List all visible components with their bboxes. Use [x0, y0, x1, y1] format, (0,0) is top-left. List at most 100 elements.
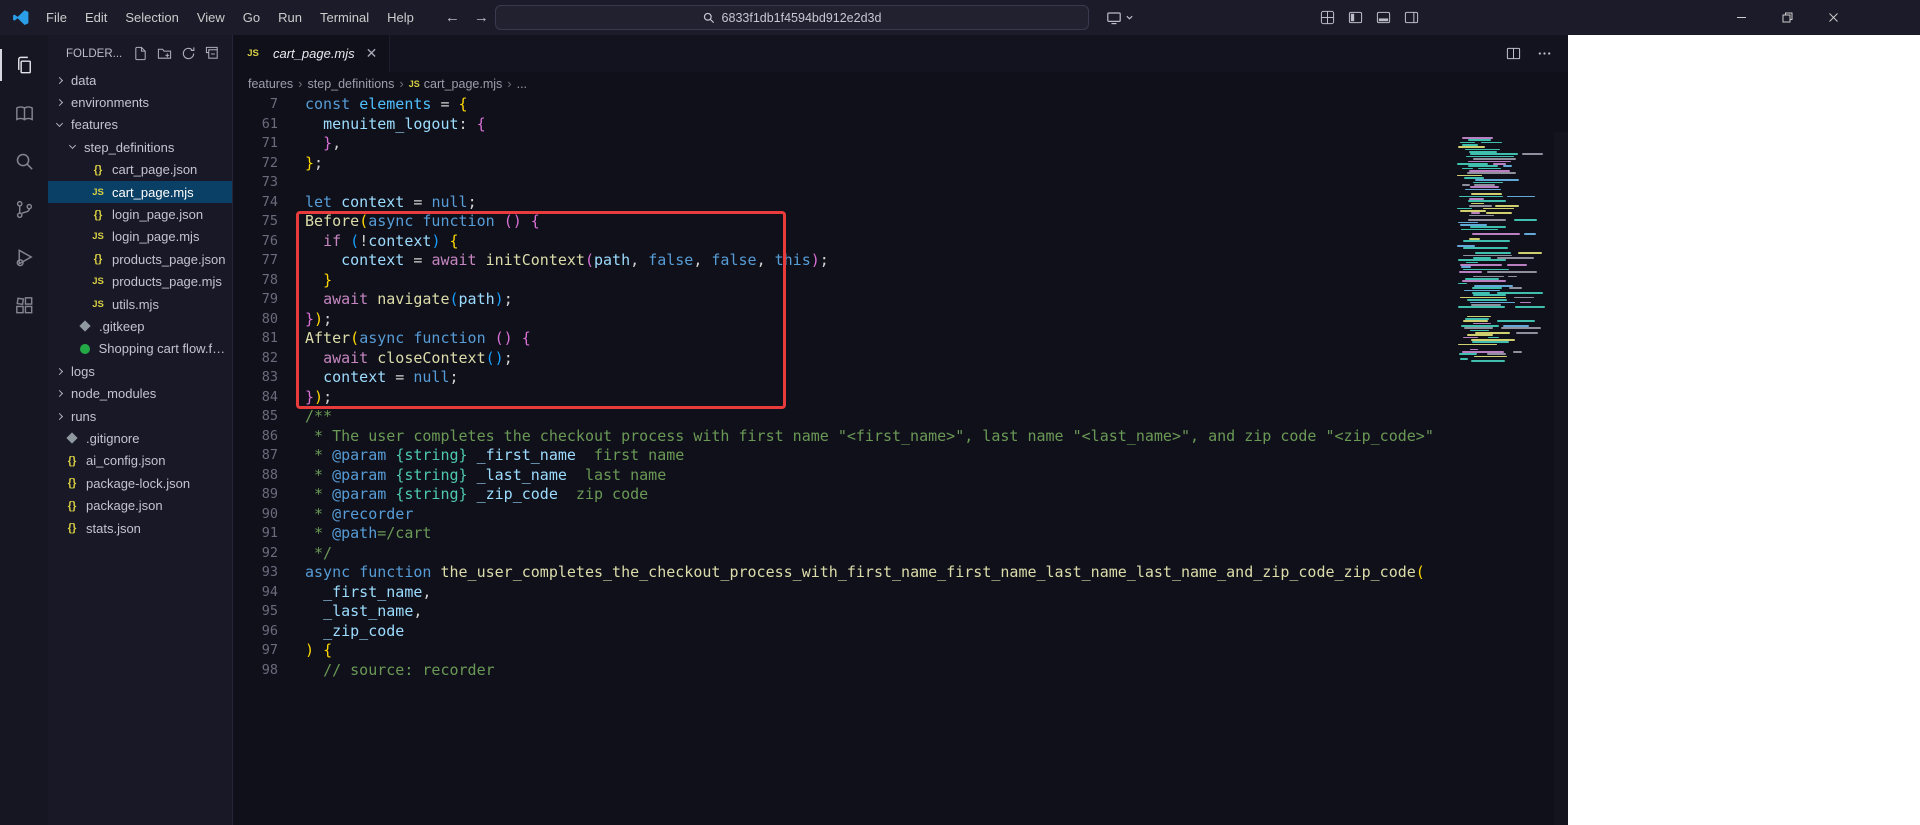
code-line-76[interactable]: 76 if (!context) {: [233, 232, 1568, 252]
restore-button[interactable]: [1764, 0, 1810, 35]
menu-view[interactable]: View: [188, 0, 234, 35]
code-line-61[interactable]: 61 menuitem_logout: {: [233, 115, 1568, 135]
code-line-73[interactable]: 73: [233, 173, 1568, 193]
code-line-97[interactable]: 97) {: [233, 641, 1568, 661]
tree-item-environments[interactable]: environments: [48, 91, 232, 113]
line-number[interactable]: 75: [233, 212, 305, 232]
tree-item-gitignore[interactable]: .gitignore: [48, 427, 232, 449]
tree-item-node-modules[interactable]: node_modules: [48, 382, 232, 404]
folder-section-label[interactable]: FOLDER...: [66, 48, 122, 60]
line-number[interactable]: 93: [233, 563, 305, 583]
line-number[interactable]: 81: [233, 329, 305, 349]
tree-item-cart-page-json[interactable]: {}cart_page.json: [48, 159, 232, 181]
tree-item-login-page-json[interactable]: {}login_page.json: [48, 203, 232, 225]
breadcrumb-item-features[interactable]: features: [248, 77, 293, 91]
line-number[interactable]: 86: [233, 427, 305, 447]
code-line-75[interactable]: 75Before(async function () {: [233, 212, 1568, 232]
new-file-icon[interactable]: [133, 46, 148, 61]
breadcrumb-item-[interactable]: ...: [517, 77, 527, 91]
tree-item-login-page-mjs[interactable]: JSlogin_page.mjs: [48, 226, 232, 248]
collapse-all-icon[interactable]: [205, 46, 220, 61]
split-editor-icon[interactable]: [1506, 46, 1521, 61]
code-line-92[interactable]: 92 */: [233, 544, 1568, 564]
code-line-84[interactable]: 84});: [233, 388, 1568, 408]
tree-item-stats-json[interactable]: {}stats.json: [48, 517, 232, 539]
line-number[interactable]: 7: [233, 95, 305, 115]
tree-item-package-json[interactable]: {}package.json: [48, 494, 232, 516]
code-line-72[interactable]: 72};: [233, 154, 1568, 174]
line-number[interactable]: 91: [233, 524, 305, 544]
code-line-96[interactable]: 96 _zip_code: [233, 622, 1568, 642]
activity-explorer[interactable]: [0, 41, 48, 89]
line-number[interactable]: 71: [233, 134, 305, 154]
line-number[interactable]: 87: [233, 446, 305, 466]
close-button[interactable]: [1810, 0, 1856, 35]
code-line-91[interactable]: 91 * @path=/cart: [233, 524, 1568, 544]
menu-run[interactable]: Run: [269, 0, 311, 35]
menu-help[interactable]: Help: [378, 0, 423, 35]
menu-terminal[interactable]: Terminal: [311, 0, 378, 35]
line-number[interactable]: 79: [233, 290, 305, 310]
toggle-primary-sidebar-icon[interactable]: [1348, 10, 1363, 25]
tab-cart-page-mjs[interactable]: JS cart_page.mjs ✕: [233, 35, 390, 72]
line-number[interactable]: 98: [233, 661, 305, 681]
code-line-81[interactable]: 81After(async function () {: [233, 329, 1568, 349]
tree-item-products-page-json[interactable]: {}products_page.json: [48, 248, 232, 270]
line-number[interactable]: 82: [233, 349, 305, 369]
menu-selection[interactable]: Selection: [116, 0, 187, 35]
tree-item-package-lock-json[interactable]: {}package-lock.json: [48, 472, 232, 494]
line-number[interactable]: 96: [233, 622, 305, 642]
tree-item-utils-mjs[interactable]: JSutils.mjs: [48, 293, 232, 315]
code-line-77[interactable]: 77 context = await initContext(path, fal…: [233, 251, 1568, 271]
code-line-82[interactable]: 82 await closeContext();: [233, 349, 1568, 369]
code-line-94[interactable]: 94 _first_name,: [233, 583, 1568, 603]
code-line-87[interactable]: 87 * @param {string} _first_name first n…: [233, 446, 1568, 466]
breadcrumb-item-cart-page-mjs[interactable]: cart_page.mjs: [424, 77, 503, 91]
line-number[interactable]: 84: [233, 388, 305, 408]
menu-file[interactable]: File: [37, 0, 76, 35]
code-line-86[interactable]: 86 * The user completes the checkout pro…: [233, 427, 1568, 447]
remote-indicator[interactable]: [1106, 0, 1134, 35]
tree-item-products-page-mjs[interactable]: JSproducts_page.mjs: [48, 271, 232, 293]
new-folder-icon[interactable]: [157, 46, 172, 61]
tab-close-icon[interactable]: ✕: [366, 45, 378, 62]
tree-item-runs[interactable]: runs: [48, 405, 232, 427]
code-line-78[interactable]: 78 }: [233, 271, 1568, 291]
line-number[interactable]: 89: [233, 485, 305, 505]
activity-source-control[interactable]: [0, 185, 48, 233]
line-number[interactable]: 77: [233, 251, 305, 271]
line-number[interactable]: 76: [233, 232, 305, 252]
toggle-secondary-sidebar-icon[interactable]: [1404, 10, 1419, 25]
minimap[interactable]: [1455, 137, 1547, 369]
more-actions-icon[interactable]: [1537, 46, 1552, 61]
tree-item-shopping-cart-flow-fea[interactable]: Shopping cart flow.fea...: [48, 338, 232, 360]
line-number[interactable]: 85: [233, 407, 305, 427]
line-number[interactable]: 78: [233, 271, 305, 291]
code-line-90[interactable]: 90 * @recorder: [233, 505, 1568, 525]
code-line-85[interactable]: 85/**: [233, 407, 1568, 427]
code-line-7[interactable]: 7const elements = {: [233, 95, 1568, 115]
line-number[interactable]: 80: [233, 310, 305, 330]
tree-item-features[interactable]: features: [48, 114, 232, 136]
line-number[interactable]: 90: [233, 505, 305, 525]
menu-edit[interactable]: Edit: [76, 0, 116, 35]
back-arrow-icon[interactable]: ←: [445, 9, 460, 26]
line-number[interactable]: 97: [233, 641, 305, 661]
code-line-74[interactable]: 74let context = null;: [233, 193, 1568, 213]
activity-extensions[interactable]: [0, 281, 48, 329]
line-number[interactable]: 83: [233, 368, 305, 388]
line-number[interactable]: 95: [233, 602, 305, 622]
code-line-93[interactable]: 93async function the_user_completes_the_…: [233, 563, 1568, 583]
forward-arrow-icon[interactable]: →: [474, 9, 489, 26]
minimize-button[interactable]: [1718, 0, 1764, 35]
activity-search[interactable]: [0, 137, 48, 185]
tree-item-step-definitions[interactable]: step_definitions: [48, 136, 232, 158]
menu-go[interactable]: Go: [234, 0, 269, 35]
tree-item-logs[interactable]: logs: [48, 360, 232, 382]
customize-layout-icon[interactable]: [1320, 10, 1335, 25]
activity-docs[interactable]: [0, 89, 48, 137]
code-line-79[interactable]: 79 await navigate(path);: [233, 290, 1568, 310]
breadcrumb-item-step-definitions[interactable]: step_definitions: [308, 77, 395, 91]
scrollbar[interactable]: [1554, 132, 1568, 825]
code-line-88[interactable]: 88 * @param {string} _last_name last nam…: [233, 466, 1568, 486]
